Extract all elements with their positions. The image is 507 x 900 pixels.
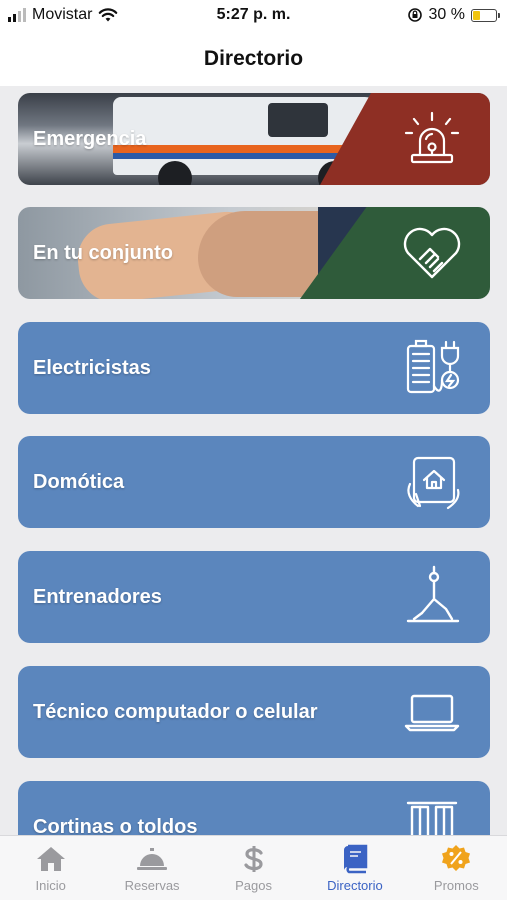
tab-label: Directorio <box>327 878 383 893</box>
tab-label: Reservas <box>124 878 180 893</box>
directory-item-label: Electricistas <box>33 356 151 379</box>
directory-item-tecnico[interactable]: Técnico computador o celular <box>18 666 490 758</box>
yoga-pose-icon <box>406 565 460 623</box>
directory-item-label: Entrenadores <box>33 585 162 608</box>
discount-badge-icon <box>442 845 471 871</box>
status-bar: Movistar 5:27 p. m. 30 % <box>0 0 507 32</box>
directory-item-emergencia[interactable]: Emergencia <box>18 93 490 185</box>
service-bell-icon <box>137 848 168 870</box>
directory-item-label: Domótica <box>33 470 125 493</box>
tab-pagos[interactable]: Pagos <box>203 836 304 900</box>
tab-bar: Inicio Reservas Pagos Directorio Promos <box>0 835 507 900</box>
heart-handshake-icon <box>403 227 461 279</box>
tab-directorio[interactable]: Directorio <box>304 836 405 900</box>
page-title: Directorio <box>203 47 304 70</box>
curtains-icon <box>406 801 458 835</box>
rotation-lock-icon <box>407 8 422 22</box>
smart-home-tablet-icon <box>407 456 460 510</box>
tab-reservas[interactable]: Reservas <box>101 836 202 900</box>
tab-label: Inicio <box>35 878 66 893</box>
directory-item-label: Cortinas o toldos <box>33 815 198 836</box>
dollar-icon <box>243 846 263 872</box>
directory-item-label: Emergencia <box>33 127 147 150</box>
directory-item-label: En tu conjunto <box>33 241 173 264</box>
directory-item-label: Técnico computador o celular <box>33 700 318 723</box>
siren-icon <box>404 111 460 164</box>
tab-promos[interactable]: Promos <box>406 836 507 900</box>
directory-item-domotica[interactable]: Domótica <box>18 436 490 528</box>
navigation-bar: Directorio <box>0 32 507 86</box>
book-icon <box>343 844 368 874</box>
battery-level <box>473 10 480 20</box>
status-right: 30 % <box>407 6 500 24</box>
battery-plug-icon <box>406 339 460 394</box>
directory-item-electricistas[interactable]: Electricistas <box>18 322 490 414</box>
directory-item-en-tu-conjunto[interactable]: En tu conjunto <box>18 207 490 299</box>
home-icon <box>36 847 65 871</box>
directory-item-cortinas[interactable]: Cortinas o toldos <box>18 781 490 835</box>
directory-item-entrenadores[interactable]: Entrenadores <box>18 551 490 643</box>
battery-percent: 30 % <box>428 6 465 23</box>
tab-label: Promos <box>433 878 479 893</box>
tab-label: Pagos <box>235 878 272 893</box>
directory-list[interactable]: Emergencia En tu conjunto Electricistas <box>0 86 507 835</box>
battery-icon <box>471 8 500 22</box>
laptop-icon <box>404 694 460 732</box>
tab-inicio[interactable]: Inicio <box>0 836 101 900</box>
